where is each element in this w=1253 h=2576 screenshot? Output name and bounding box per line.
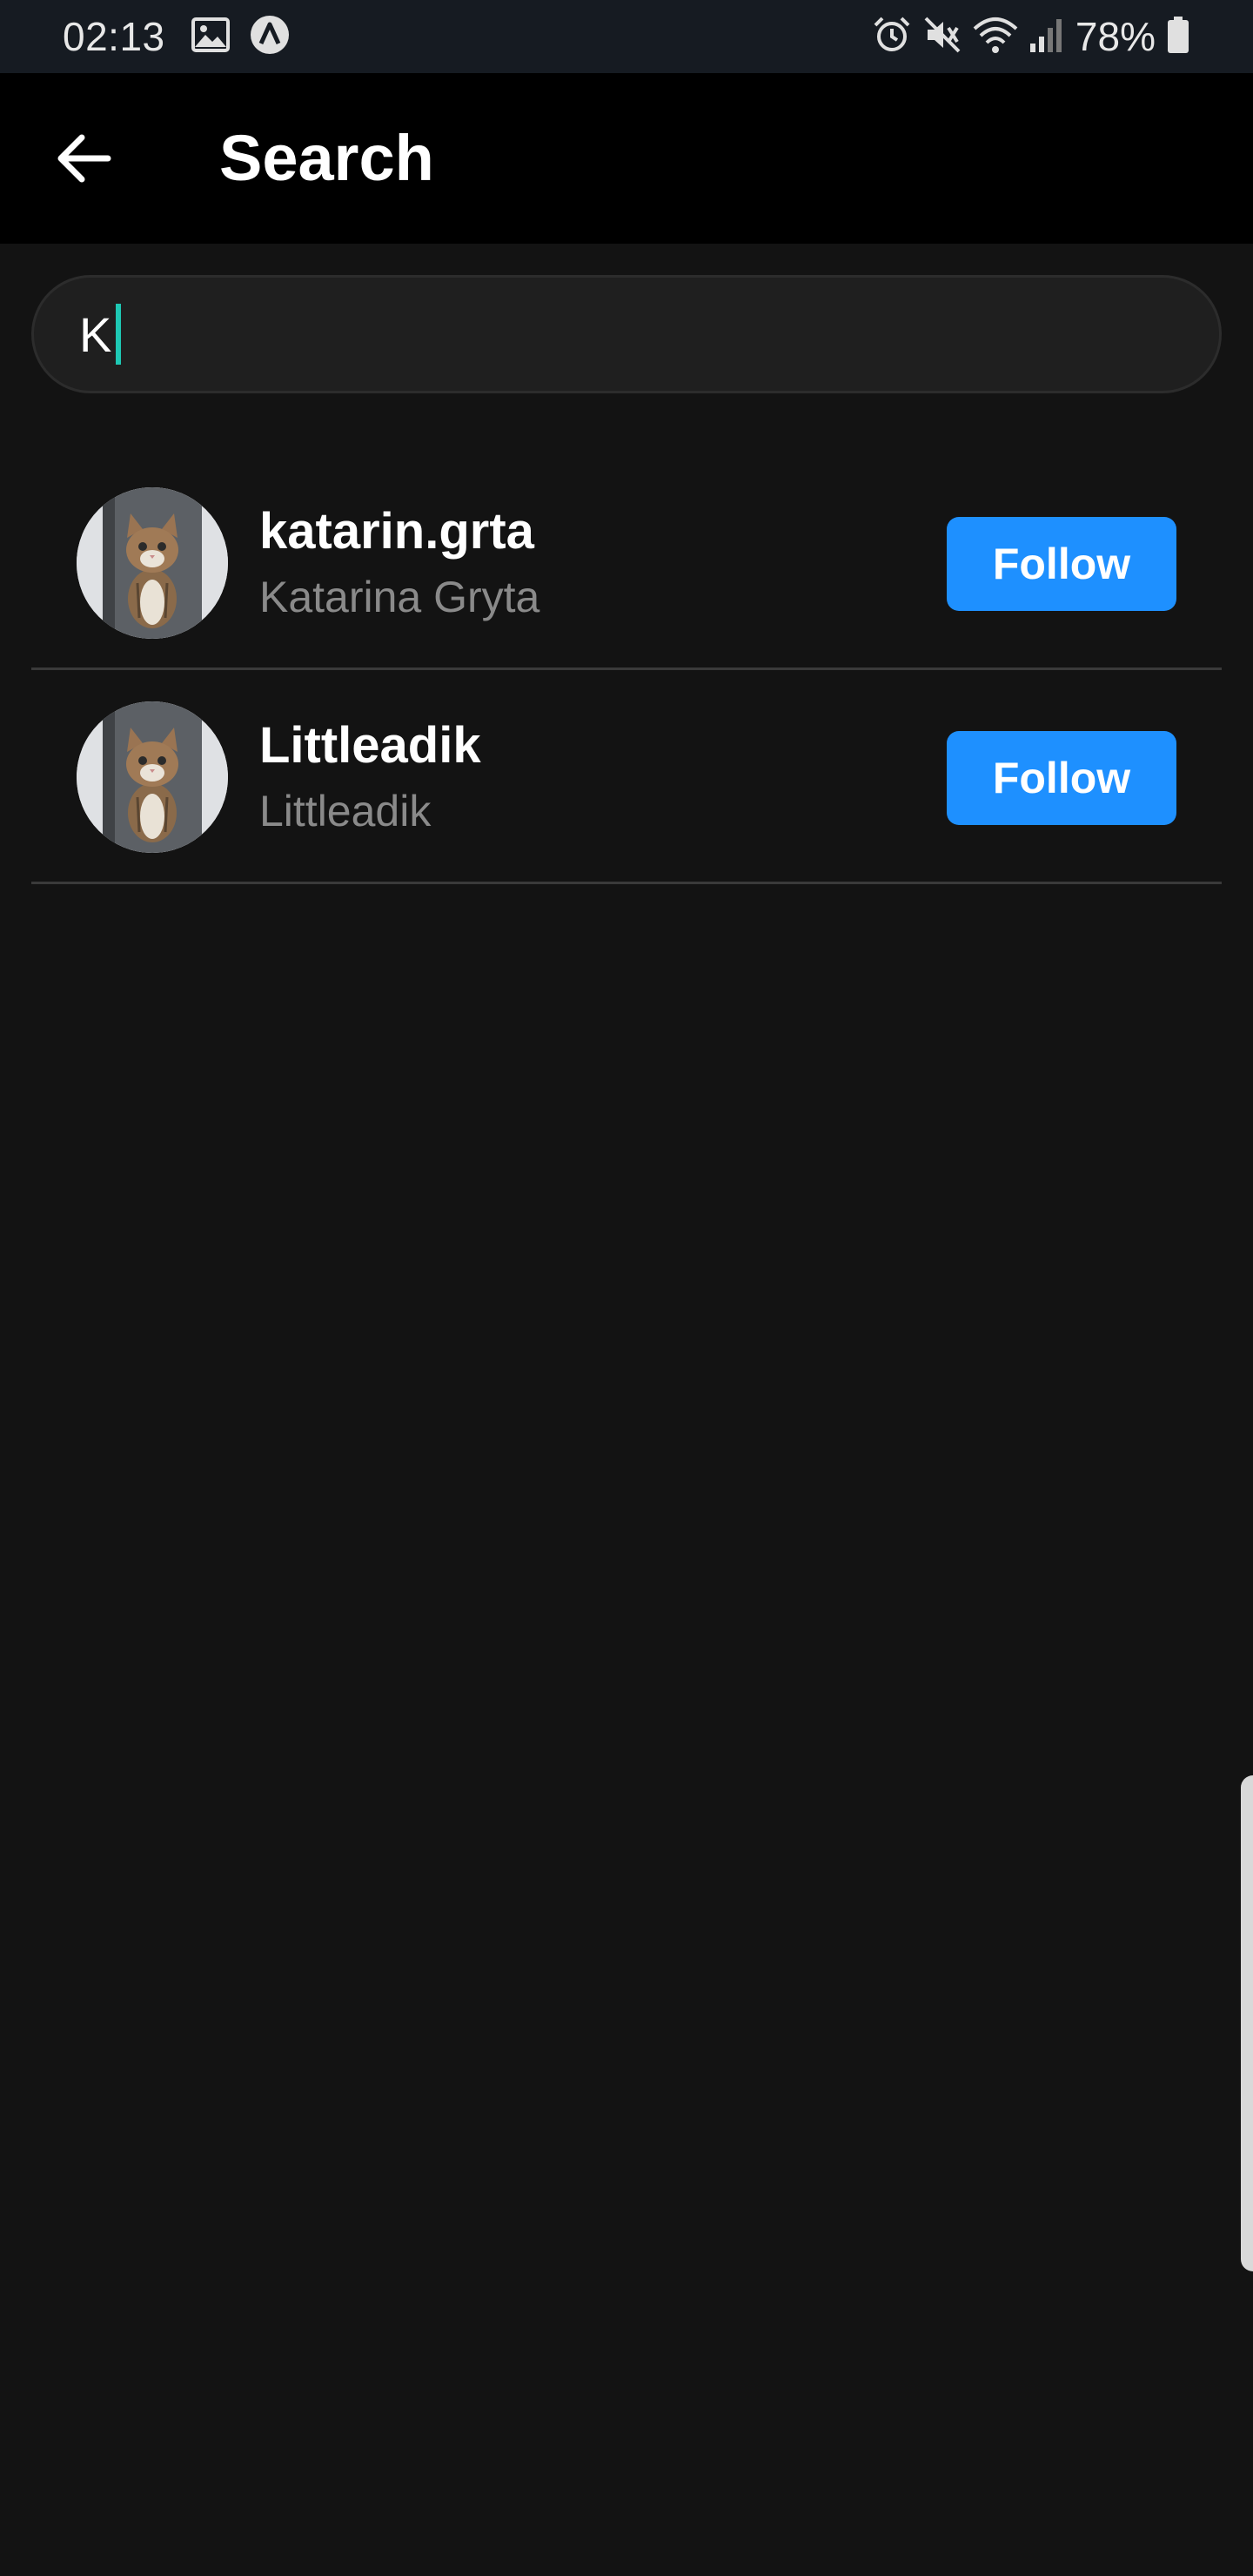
user-result-row[interactable]: Littleadik Littleadik Follow [31, 670, 1222, 884]
a-badge-icon [249, 14, 291, 60]
status-time: 02:13 [63, 14, 165, 59]
username[interactable]: Littleadik [259, 715, 481, 776]
status-notification-icons [191, 14, 310, 60]
text-cursor [116, 304, 121, 365]
status-bar: 02:13 78% [0, 0, 1253, 73]
avatar[interactable] [77, 701, 228, 853]
avatar[interactable] [77, 487, 228, 639]
follow-button[interactable]: Follow [947, 517, 1176, 611]
username[interactable]: katarin.grta [259, 501, 539, 562]
page-title: Search [219, 122, 434, 194]
follow-button[interactable]: Follow [947, 731, 1176, 825]
battery-percentage: 78% [1075, 14, 1156, 59]
status-system-icons: 78% [861, 13, 1190, 60]
wifi-icon [973, 15, 1018, 59]
user-result-row[interactable]: katarin.grta Katarina Gryta Follow [31, 456, 1222, 670]
back-button[interactable] [49, 125, 118, 195]
user-text: Littleadik Littleadik [259, 715, 481, 839]
search-field[interactable] [31, 275, 1222, 393]
alarm-icon [872, 15, 912, 59]
scroll-handle[interactable] [1241, 1775, 1253, 2271]
arrow-left-icon [56, 134, 111, 187]
search-input[interactable] [79, 305, 114, 363]
user-text: katarin.grta Katarina Gryta [259, 501, 539, 625]
search-screen: 02:13 78% Search K katarin.grta Katarina… [0, 0, 1253, 2576]
battery-icon [1166, 15, 1190, 59]
full-name: Littleadik [259, 787, 432, 835]
signal-icon [1029, 16, 1063, 58]
image-icon [191, 17, 230, 57]
vibrate-mute-icon [922, 15, 962, 59]
search-results-list: katarin.grta Katarina Gryta Follow Littl… [31, 456, 1222, 884]
app-bar: Search [0, 73, 1253, 244]
full-name: Katarina Gryta [259, 573, 540, 621]
